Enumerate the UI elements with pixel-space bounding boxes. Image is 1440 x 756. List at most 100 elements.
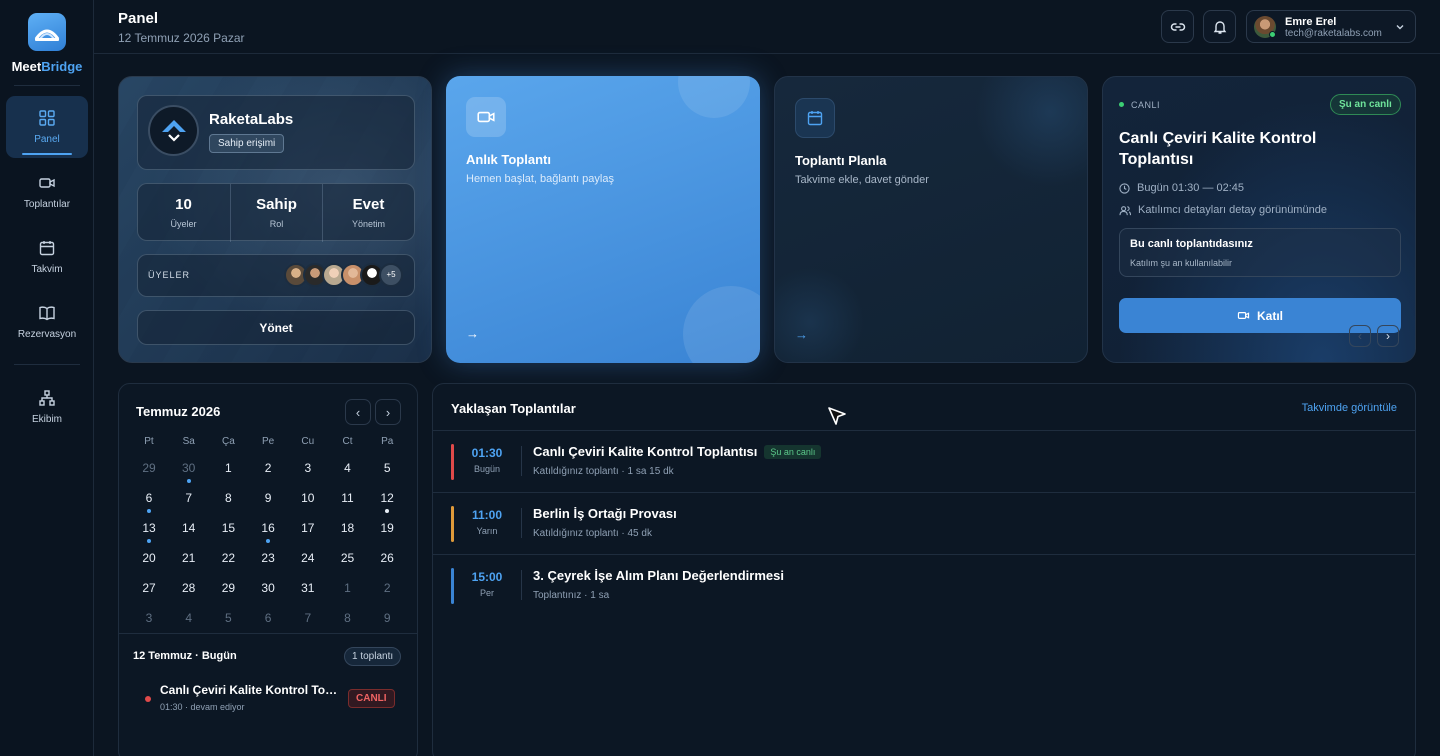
calendar-day[interactable]: 23 (248, 551, 288, 565)
calendar-day[interactable]: 22 (208, 551, 248, 565)
meeting-subtitle: Katıldığınız toplantı · 45 dk (533, 528, 652, 539)
app-logo[interactable] (28, 13, 66, 51)
calendar-day[interactable]: 4 (169, 611, 209, 625)
role-badge: Sahip erişimi (209, 134, 285, 153)
next-slide-button[interactable]: › (1377, 325, 1399, 347)
calendar-day[interactable]: 31 (288, 581, 328, 595)
view-in-calendar-link[interactable]: Takvimde görüntüle (1302, 402, 1397, 414)
plan-meeting-card[interactable]: Toplantı Planla Takvime ekle, davet gönd… (774, 76, 1088, 363)
prev-slide-button[interactable]: ‹ (1349, 325, 1371, 347)
calendar-next-button[interactable]: › (375, 399, 401, 425)
calendar-day[interactable]: 6 (248, 611, 288, 625)
decor-circle (683, 286, 760, 363)
calendar-divider (119, 633, 417, 634)
mouse-cursor-icon (828, 407, 846, 425)
copy-link-button[interactable] (1161, 10, 1194, 43)
calendar-day[interactable]: 26 (367, 551, 407, 565)
calendar-day[interactable]: 8 (208, 491, 248, 505)
calendar-day[interactable]: 21 (169, 551, 209, 565)
calendar-day[interactable]: 19 (367, 521, 407, 535)
meeting-row[interactable]: 15:00 Per 3. Çeyrek İşe Alım Planı Değer… (433, 554, 1415, 616)
weekday-header: Ça (221, 436, 235, 447)
manage-button-label: Yönet (259, 321, 293, 335)
rocket-logo-icon (161, 119, 186, 142)
meeting-row[interactable]: 11:00 Yarın Berlin İş Ortağı Provası Kat… (433, 492, 1415, 554)
sidebar-item-ekibim[interactable]: Ekibim (6, 376, 88, 438)
sidebar-item-rezervasyon[interactable]: Rezervasyon (6, 291, 88, 353)
chevron-down-icon (1396, 25, 1404, 30)
row-divider (521, 570, 522, 600)
weekday-header: Sa (182, 436, 195, 447)
calendar-day[interactable]: 12 (367, 491, 407, 513)
calendar-day[interactable]: 7 (288, 611, 328, 625)
top-bar: Panel 12 Temmuz 2026 Pazar Emre Erel tec… (94, 0, 1440, 54)
calendar-prev-button[interactable]: ‹ (345, 399, 371, 425)
members-row[interactable]: ÜYELER +5 (137, 254, 415, 297)
calendar-day[interactable]: 7 (169, 491, 209, 505)
org-logo (148, 105, 199, 156)
calendar-day[interactable]: 16 (248, 521, 288, 543)
calendar-day[interactable]: 3 (129, 611, 169, 625)
sidebar-item-label: Takvim (31, 264, 63, 275)
event-dot (147, 509, 151, 513)
calendar-day[interactable]: 1 (328, 581, 368, 595)
in-meeting-notice: Bu canlı toplantıdasınız Katılım şu an k… (1119, 228, 1401, 277)
calendar-day[interactable]: 11 (328, 491, 368, 505)
card-title: Anlık Toplantı (466, 152, 551, 167)
calendar-icon (807, 111, 823, 126)
calendar-month-title: Temmuz 2026 (136, 404, 221, 419)
calendar-day[interactable]: 27 (129, 581, 169, 595)
upcoming-title: Yaklaşan Toplantılar (451, 401, 576, 416)
card-subtitle: Takvime ekle, davet gönder (795, 174, 929, 186)
sidebar-item-takvim[interactable]: Takvim (6, 226, 88, 288)
manage-button[interactable]: Yönet (137, 310, 415, 345)
calendar-day[interactable]: 15 (208, 521, 248, 535)
calendar-day[interactable]: 29 (129, 461, 169, 475)
calendar-day[interactable]: 8 (328, 611, 368, 625)
user-menu[interactable]: Emre Erel tech@raketalabs.com (1246, 10, 1416, 43)
calendar-day[interactable]: 18 (328, 521, 368, 535)
calendar-day[interactable]: 30 (169, 461, 209, 483)
calendar-day[interactable]: 3 (288, 461, 328, 475)
calendar-day[interactable]: 2 (248, 461, 288, 475)
live-time: Bugün 01:30 — 02:45 (1137, 182, 1245, 194)
calendar-day[interactable]: 1 (208, 461, 248, 475)
calendar-day[interactable]: 20 (129, 551, 169, 565)
stat-label: Üyeler (170, 219, 197, 229)
calendar-day[interactable]: 29 (208, 581, 248, 595)
calendar-day[interactable]: 28 (169, 581, 209, 595)
sidebar-divider (14, 364, 80, 365)
calendar-day[interactable]: 6 (129, 491, 169, 513)
meeting-color-bar (451, 506, 454, 542)
instant-meeting-card[interactable]: Anlık Toplantı Hemen başlat, bağlantı pa… (446, 76, 760, 363)
day-event-title[interactable]: Canlı Çeviri Kalite Kontrol Toplantısı (160, 683, 340, 697)
video-icon (477, 111, 495, 123)
calendar-day[interactable]: 30 (248, 581, 288, 595)
calendar-day[interactable]: 9 (248, 491, 288, 505)
calendar-day[interactable]: 5 (367, 461, 407, 475)
sidebar-item-panel[interactable]: Panel (6, 96, 88, 158)
clock-icon (1119, 182, 1130, 194)
calendar-day[interactable]: 14 (169, 521, 209, 535)
more-members-count: +5 (379, 263, 403, 287)
calendar-day[interactable]: 25 (328, 551, 368, 565)
meeting-row[interactable]: 01:30 Bugün Canlı Çeviri Kalite Kontrol … (433, 430, 1415, 492)
calendar-day[interactable]: 10 (288, 491, 328, 505)
live-meeting-title: Canlı Çeviri Kalite Kontrol Toplantısı (1119, 130, 1317, 168)
calendar-day[interactable]: 24 (288, 551, 328, 565)
sidebar-item-label: Ekibim (31, 414, 62, 425)
notifications-button[interactable] (1203, 10, 1236, 43)
selected-day-label: 12 Temmuz · Bugün (133, 650, 237, 662)
calendar-day[interactable]: 2 (367, 581, 407, 595)
calendar-day[interactable]: 5 (208, 611, 248, 625)
video-icon (39, 178, 55, 188)
event-dot (147, 539, 151, 543)
calendar-day[interactable]: 17 (288, 521, 328, 535)
sidebar-item-label: Toplantılar (23, 199, 71, 210)
sidebar-item-toplantilar[interactable]: Toplantılar (6, 161, 88, 223)
calendar-day[interactable]: 4 (328, 461, 368, 475)
calendar-day[interactable]: 13 (129, 521, 169, 543)
calendar-day[interactable]: 9 (367, 611, 407, 625)
event-dot (186, 479, 191, 483)
meeting-time: 11:00 (471, 508, 503, 522)
